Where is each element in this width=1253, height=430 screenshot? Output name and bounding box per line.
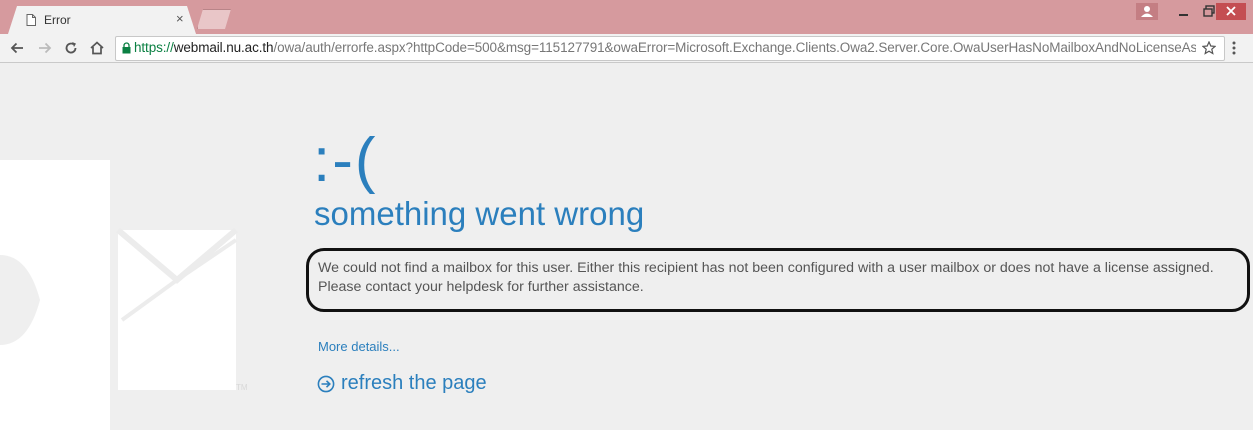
svg-text:TM: TM [236,383,248,392]
tab-error[interactable]: Error × [8,6,196,34]
user-profile-button[interactable] [1136,3,1158,20]
reload-icon[interactable] [64,41,78,55]
tab-title: Error [44,13,71,27]
address-bar[interactable]: https://webmail.nu.ac.th/owa/auth/errorf… [115,36,1225,61]
outlook-logo-watermark: TM [0,160,248,430]
close-icon [1226,6,1236,16]
browser-toolbar: https://webmail.nu.ac.th/owa/auth/errorf… [0,34,1253,63]
user-icon [1141,6,1153,17]
restore-icon[interactable] [1202,4,1216,18]
sad-face-emoticon: :-( [313,126,378,195]
new-tab-button[interactable] [197,9,231,29]
window-close-button[interactable] [1216,3,1246,20]
minimize-icon[interactable] [1177,6,1191,20]
menu-dots-icon[interactable] [1232,40,1236,56]
url-protocol: https:// [134,40,174,55]
refresh-page-label: refresh the page [341,372,487,394]
window-titlebar: Error × [0,0,1253,34]
star-icon[interactable] [1202,41,1216,55]
url-path: /owa/auth/errorfe.aspx?httpCode=500&msg=… [273,40,1196,55]
error-heading: something went wrong [314,195,645,232]
home-icon[interactable] [90,41,104,55]
url-host: webmail.nu.ac.th [173,40,274,55]
refresh-page-link[interactable]: refresh the page [317,372,487,395]
url-text: https://webmail.nu.ac.th/owa/auth/errorf… [134,40,1196,55]
arrow-circle-right-icon [317,375,335,392]
more-details-link[interactable]: More details... [318,339,400,354]
back-arrow-icon[interactable] [10,41,24,55]
lock-icon [122,42,131,54]
page-icon [26,14,36,26]
forward-arrow-icon[interactable] [38,41,52,55]
tab-close-icon[interactable]: × [176,11,184,26]
annotation-highlight-box [306,248,1250,312]
